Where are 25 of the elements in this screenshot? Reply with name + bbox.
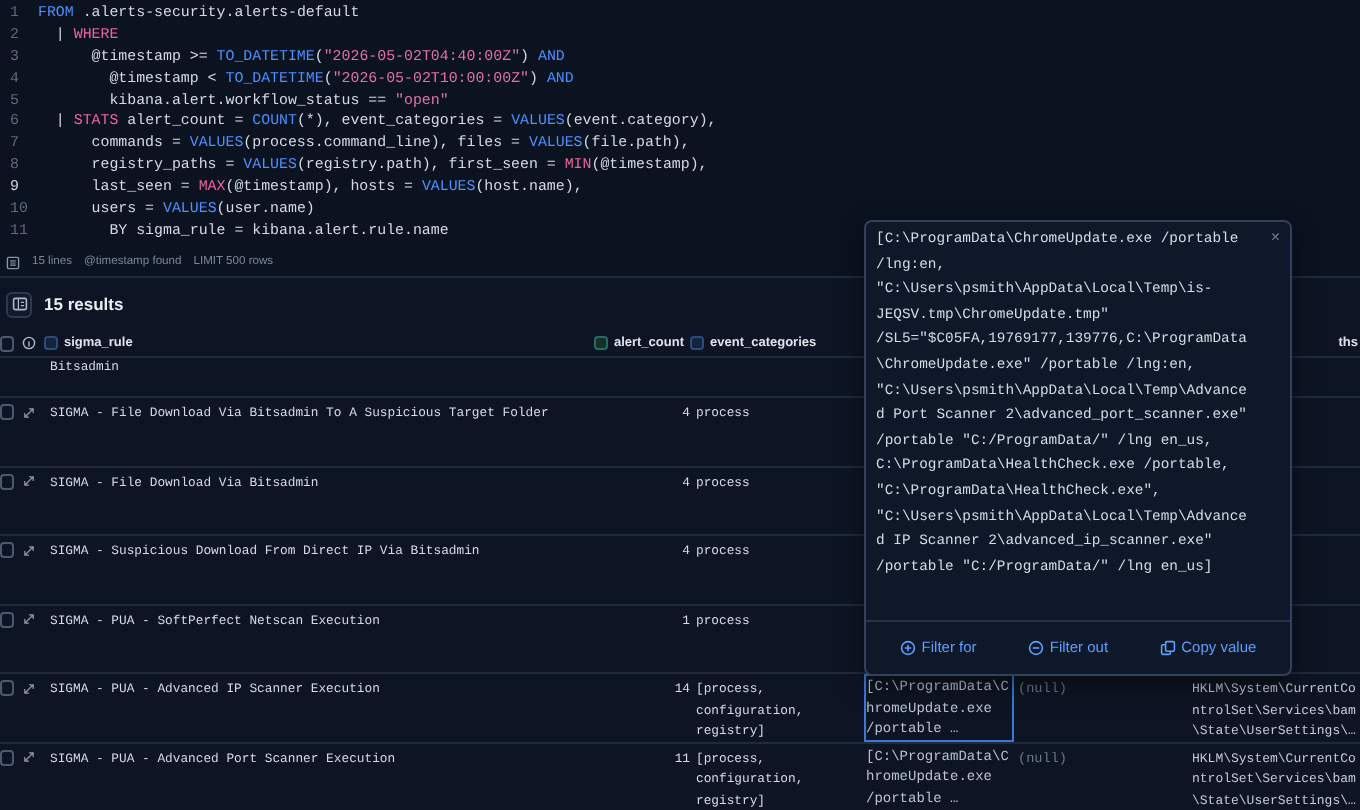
expand-icon[interactable]: [22, 750, 36, 765]
expand-icon[interactable]: [22, 681, 36, 696]
row-checkbox[interactable]: [0, 611, 14, 627]
row-checkbox[interactable]: [0, 404, 14, 420]
panel-toggle-button[interactable]: [6, 291, 32, 317]
row-checkbox[interactable]: [0, 473, 14, 489]
expand-icon[interactable]: [22, 543, 36, 558]
plus-circle-icon: [899, 640, 916, 656]
copy-icon: [1159, 640, 1176, 656]
info-icon: [22, 336, 36, 350]
row-checkbox[interactable]: [0, 680, 14, 696]
close-button[interactable]: ×: [1270, 230, 1280, 246]
field-type-icon: [44, 336, 58, 350]
row-checkbox[interactable]: [0, 542, 14, 558]
expand-icon[interactable]: [22, 474, 36, 489]
results-count: 15 results: [44, 291, 124, 317]
expand-icon[interactable]: [22, 612, 36, 627]
minus-circle-icon: [1027, 640, 1044, 656]
field-type-icon: [690, 336, 704, 350]
field-type-icon: [593, 336, 608, 350]
list-icon[interactable]: [6, 256, 20, 270]
panel-icon: [11, 296, 27, 312]
row-checkbox[interactable]: [0, 749, 14, 765]
select-all-checkbox[interactable]: [0, 335, 14, 351]
expand-icon[interactable]: [22, 405, 36, 420]
